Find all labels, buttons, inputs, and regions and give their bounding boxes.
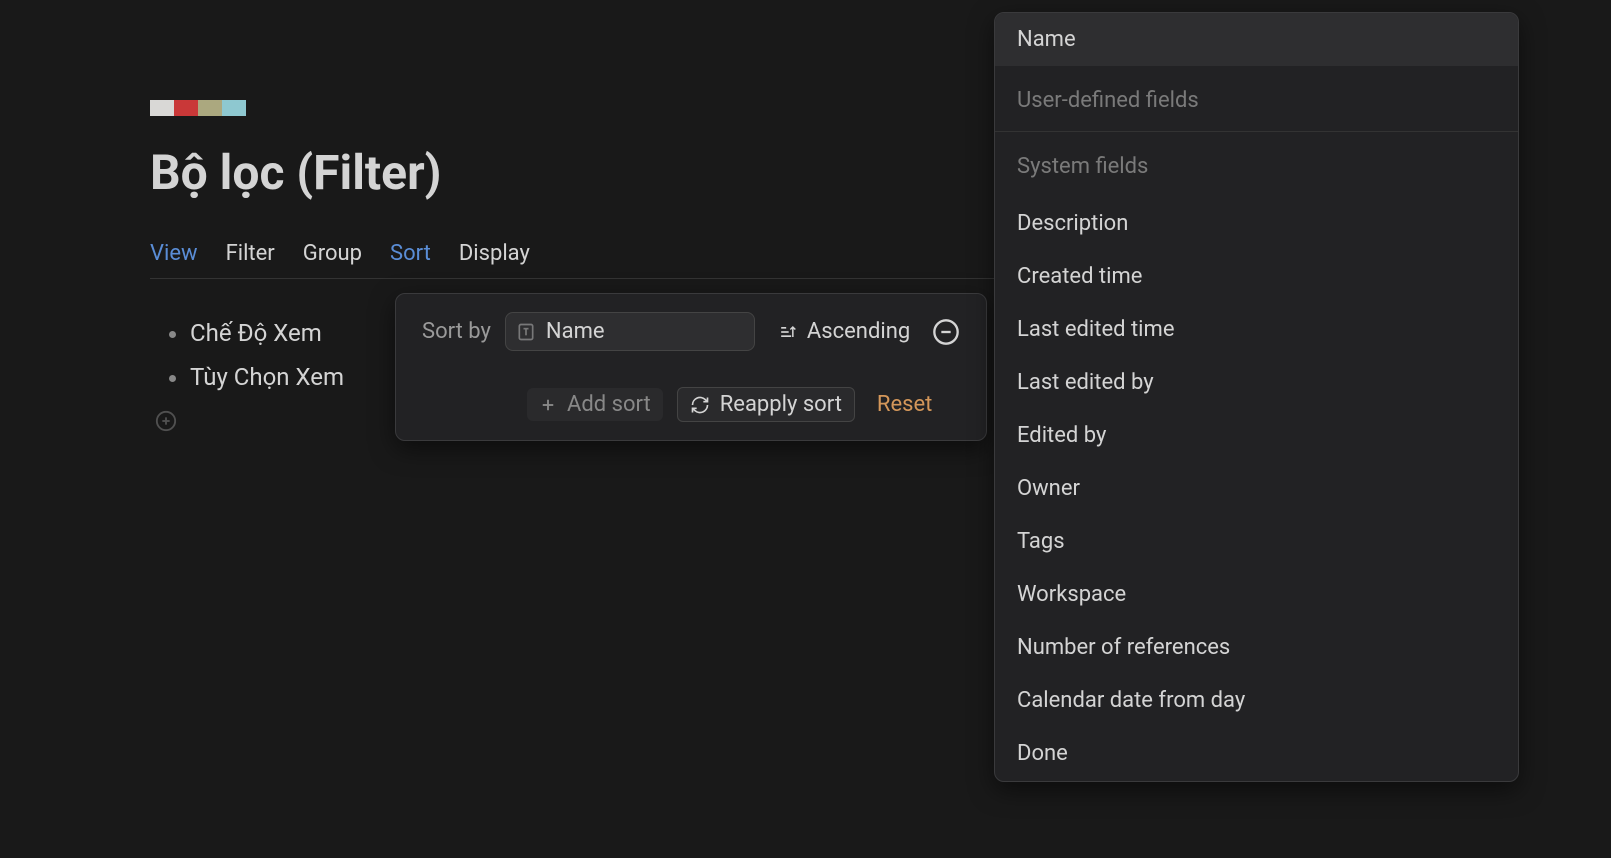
sort-popover: Sort by Name Ascending [395, 293, 987, 441]
tab-filter[interactable]: Filter [226, 241, 275, 266]
tab-group[interactable]: Group [303, 241, 362, 266]
plus-circle-icon [155, 410, 177, 432]
add-sort-button[interactable]: Add sort [527, 388, 663, 421]
dropdown-header-user-defined: User-defined fields [995, 66, 1518, 131]
sort-field-selector[interactable]: Name [505, 312, 755, 351]
dropdown-item[interactable]: Last edited by [995, 356, 1518, 409]
reapply-sort-button[interactable]: Reapply sort [677, 387, 855, 422]
dropdown-item[interactable]: Workspace [995, 568, 1518, 621]
dropdown-item[interactable]: Number of references [995, 621, 1518, 674]
dropdown-item[interactable]: Description [995, 197, 1518, 250]
tab-display[interactable]: Display [459, 241, 530, 266]
refresh-icon [690, 395, 710, 415]
dropdown-item[interactable]: Edited by [995, 409, 1518, 462]
sort-by-label: Sort by [422, 319, 491, 344]
reset-sort-button[interactable]: Reset [869, 388, 940, 421]
tab-sort[interactable]: Sort [390, 241, 431, 266]
dropdown-item[interactable]: Calendar date from day [995, 674, 1518, 727]
sort-direction-label: Ascending [807, 319, 910, 344]
add-item-button[interactable] [154, 409, 178, 433]
dropdown-item[interactable]: Owner [995, 462, 1518, 515]
dropdown-header-system-fields: System fields [995, 131, 1518, 197]
dropdown-item-name[interactable]: Name [995, 13, 1518, 66]
dropdown-item[interactable]: Tags [995, 515, 1518, 568]
remove-sort-button[interactable] [932, 318, 960, 346]
dropdown-item[interactable]: Last edited time [995, 303, 1518, 356]
sort-rule-row: Sort by Name Ascending [422, 312, 960, 351]
dropdown-item[interactable]: Done [995, 727, 1518, 780]
sort-ascending-icon [777, 322, 797, 342]
tab-view[interactable]: View [150, 241, 198, 266]
plus-icon [539, 396, 557, 414]
dropdown-item[interactable]: Done time [995, 780, 1518, 782]
sort-direction-button[interactable]: Ascending [769, 315, 918, 348]
sort-field-label: Name [546, 319, 605, 344]
text-field-icon [516, 322, 536, 342]
field-dropdown: Name User-defined fields System fields D… [994, 12, 1519, 782]
minus-circle-icon [932, 318, 960, 346]
sort-actions-row: Add sort Reapply sort Reset [422, 387, 960, 422]
dropdown-item[interactable]: Created time [995, 250, 1518, 303]
